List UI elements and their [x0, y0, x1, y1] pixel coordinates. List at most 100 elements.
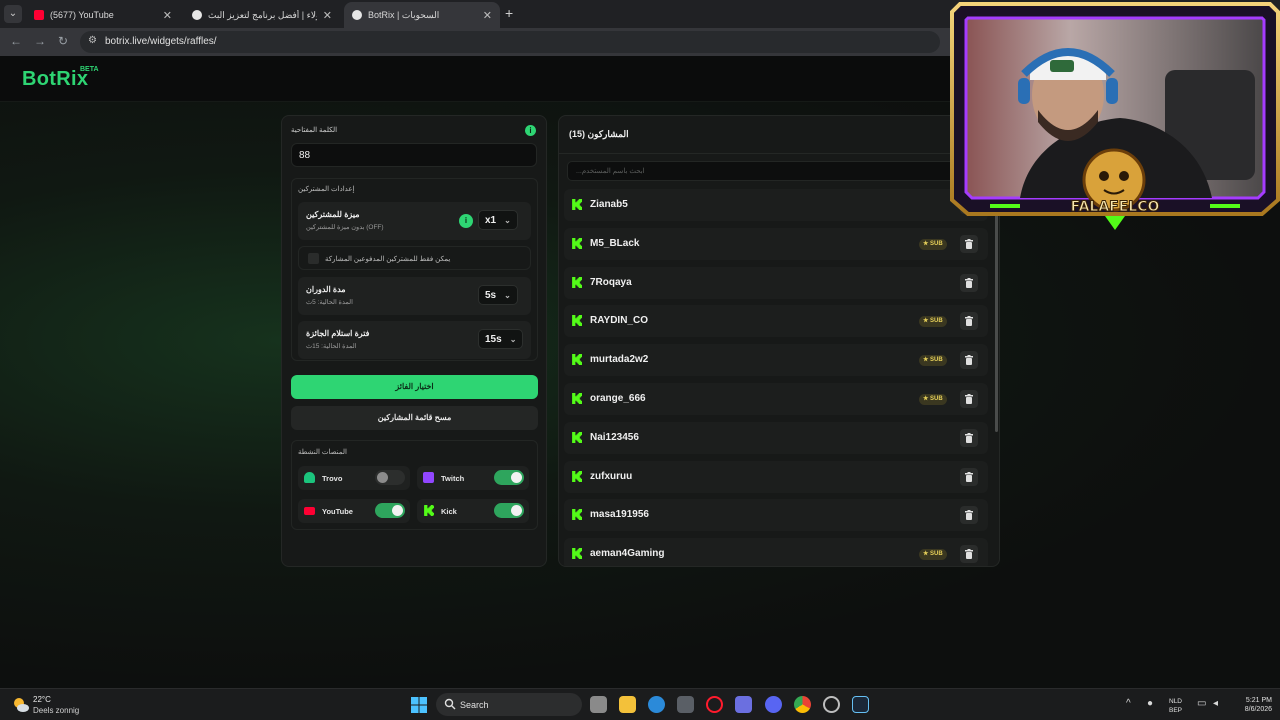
delete-participant-button[interactable] — [960, 390, 978, 408]
weather-temp[interactable]: 22°C — [33, 695, 51, 704]
delete-participant-button[interactable] — [960, 506, 978, 525]
kick-icon — [572, 199, 582, 210]
delete-participant-button[interactable] — [960, 467, 978, 486]
app-icon[interactable] — [823, 696, 840, 713]
platform-name: Kick — [441, 507, 457, 516]
subs-only-checkbox[interactable] — [308, 253, 319, 264]
tab-search-button[interactable]: ⌄ — [4, 5, 22, 23]
setting-desc: بدون ميزة للمشتركين (OFF) — [306, 224, 384, 231]
subs-only-label: يمكن فقط للمشتركين المدفوعين المشاركة — [325, 256, 451, 263]
clock[interactable]: 5:21 PM 8/6/2026 — [1232, 696, 1272, 714]
subscriber-bonus-select[interactable]: x1 ⌄ — [478, 210, 518, 230]
opera-icon[interactable] — [706, 696, 723, 713]
platform-youtube: YouTube — [298, 499, 410, 523]
delete-participant-button[interactable] — [960, 545, 978, 564]
setting-desc: المدة الحالية: 5ث — [306, 299, 353, 306]
participant-row: masa191956 — [564, 499, 988, 532]
kick-icon — [572, 393, 582, 404]
new-tab-button[interactable]: + — [505, 5, 513, 21]
twitch-toggle[interactable] — [494, 470, 524, 485]
sub-badge: ★ SUB — [919, 549, 947, 561]
close-icon[interactable]: ✕ — [483, 9, 492, 22]
keyboard-code: BEP — [1169, 707, 1183, 714]
sub-badge-label: SUB — [930, 396, 943, 402]
weather-desc[interactable]: Deels zonnig — [33, 706, 79, 715]
delete-participant-button[interactable] — [960, 273, 978, 292]
search-label: Search — [460, 700, 489, 710]
tab-title: الولاء | أفضل برنامج لتعزيز البث — [208, 9, 317, 20]
network-icon[interactable]: ▭ — [1197, 698, 1206, 709]
kick-toggle[interactable] — [494, 503, 524, 518]
tab-youtube[interactable]: (5677) YouTube ✕ — [26, 2, 180, 28]
participant-search-input[interactable] — [567, 161, 987, 181]
participant-name: masa191956 — [590, 509, 649, 521]
platform-kick: Kick — [417, 499, 529, 523]
close-icon[interactable]: ✕ — [163, 9, 172, 22]
tab-loyalty[interactable]: الولاء | أفضل برنامج لتعزيز البث ✕ — [184, 2, 340, 28]
chrome-icon[interactable] — [794, 696, 811, 713]
edge-icon[interactable] — [648, 696, 665, 713]
participant-name: murtada2w2 — [590, 354, 649, 366]
site-info-icon[interactable]: ⚙ — [88, 35, 97, 46]
setting-title: فترة استلام الجائزة — [306, 329, 370, 338]
file-explorer-icon[interactable] — [619, 696, 636, 713]
url-field[interactable]: ⚙ botrix.live/widgets/raffles/ — [80, 31, 940, 53]
kick-icon — [572, 354, 582, 366]
claim-period-select[interactable]: 15s ⌄ — [478, 329, 524, 349]
task-view-icon[interactable] — [590, 696, 607, 713]
delete-participant-button[interactable] — [960, 312, 978, 331]
weather-icon[interactable] — [12, 696, 30, 714]
kick-icon — [424, 505, 434, 516]
search-icon — [444, 698, 456, 710]
botrix-logo[interactable]: BotRix — [22, 68, 88, 91]
subscriber-settings: إعدادات المشتركين ميزة للمشتركين بدون مي… — [291, 178, 538, 361]
botrix-icon — [352, 10, 362, 20]
select-value: x1 — [485, 214, 497, 226]
windows-start-icon[interactable] — [411, 697, 427, 713]
participant-name: M5_BLack — [590, 237, 640, 249]
taskbar-search[interactable]: Search — [436, 693, 582, 716]
back-arrow-icon[interactable]: ← — [10, 34, 22, 48]
close-icon[interactable]: ✕ — [323, 9, 332, 22]
platform-name: YouTube — [322, 507, 353, 516]
youtube-toggle[interactable] — [375, 503, 405, 518]
participant-row: aeman4Gaming ★ SUB — [564, 538, 988, 566]
discord-icon[interactable] — [765, 696, 782, 713]
keyword-input[interactable] — [291, 143, 537, 167]
reload-icon[interactable]: ↻ — [58, 34, 68, 48]
chevron-down-icon: ⌄ — [504, 290, 511, 300]
setting-title: ميزة للمشتركين — [306, 210, 360, 219]
clock-date: 8/6/2026 — [1244, 706, 1272, 713]
url-text: botrix.live/widgets/raffles/ — [105, 36, 217, 47]
participant-name: orange_666 — [590, 393, 646, 404]
delete-participant-button[interactable] — [960, 428, 978, 447]
participant-name: RAYDIN_CO — [590, 315, 648, 327]
participant-name: Zianab5 — [590, 199, 628, 210]
language-indicator[interactable]: NLD BEP — [1169, 697, 1182, 715]
chevron-up-icon[interactable]: ^ — [1126, 698, 1131, 709]
youtube-icon — [304, 507, 315, 515]
participants-panel: المشاركون (15) Zianab5 M5_BLack ★ SUB 7Roqa… — [558, 115, 1000, 567]
forward-arrow-icon[interactable]: → — [34, 34, 46, 48]
kick-icon — [572, 276, 582, 288]
trovo-icon — [304, 472, 315, 483]
spin-duration-select[interactable]: 5s ⌄ — [478, 285, 518, 305]
delete-participant-button[interactable] — [960, 234, 978, 253]
info-icon[interactable]: i — [459, 214, 473, 228]
pick-winner-button[interactable]: اختيار الفائز — [291, 375, 538, 399]
trovo-toggle[interactable] — [375, 470, 405, 485]
webcam-frame: FALAFELCO — [950, 2, 1280, 230]
volume-icon[interactable]: ◂ — [1213, 698, 1218, 709]
trash-icon — [965, 355, 973, 366]
delete-participant-button[interactable] — [960, 351, 978, 370]
participant-name: Nai123456 — [590, 431, 639, 443]
subs-only-row: يمكن فقط للمشتركين المدفوعين المشاركة — [298, 246, 531, 270]
mic-icon[interactable]: ● — [1147, 698, 1153, 709]
app-icon[interactable] — [735, 696, 752, 713]
sub-badge-label: SUB — [930, 551, 943, 558]
store-icon[interactable] — [677, 696, 694, 713]
tab-raffles[interactable]: BotRix | السحوبات ✕ — [344, 2, 500, 28]
info-icon[interactable]: i — [525, 125, 536, 136]
steam-icon[interactable] — [852, 696, 869, 713]
clear-participants-button[interactable]: مسح قائمة المشاركين — [291, 406, 538, 430]
